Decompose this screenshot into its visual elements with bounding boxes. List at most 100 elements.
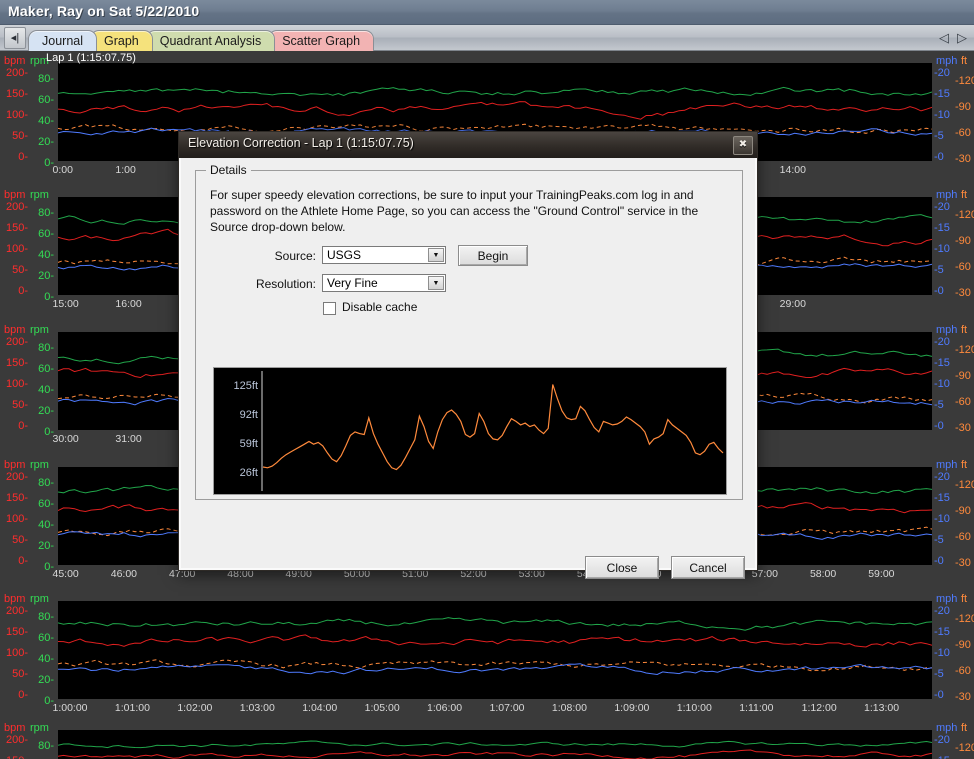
tab-scatter-label: Scatter Graph xyxy=(282,34,361,48)
close-icon[interactable]: ✖ xyxy=(733,136,753,155)
ft-tick: -60 xyxy=(955,127,971,139)
mph-tick: -20 xyxy=(934,471,950,483)
mph-tick: -10 xyxy=(934,243,950,255)
dialog-title: Elevation Correction - Lap 1 (1:15:07.75… xyxy=(188,136,414,150)
axis-unit-ft: ft xyxy=(961,459,968,471)
mph-tick: -20 xyxy=(934,67,950,79)
begin-button[interactable]: Begin xyxy=(458,245,528,266)
bpm-tick: 50- xyxy=(12,668,28,680)
time-tick-label: 31:00 xyxy=(115,433,142,445)
rpm-tick: 0- xyxy=(44,157,54,169)
bpm-tick: 150- xyxy=(5,357,28,369)
source-select[interactable]: USGS ▼ xyxy=(322,246,446,264)
next-tab-icon[interactable]: ▷ xyxy=(952,27,972,47)
mph-tick: -5 xyxy=(934,534,944,546)
ft-tick: -120 xyxy=(955,75,974,87)
application-window: Maker, Ray on Sat 5/22/2010 ◂| Journal G… xyxy=(0,0,974,759)
bpm-tick: 150- xyxy=(2,755,28,759)
bpm-tick: 200- xyxy=(5,336,28,348)
bpm-tick: 200- xyxy=(5,201,28,213)
window-title-bar: Maker, Ray on Sat 5/22/2010 xyxy=(0,0,974,25)
axis-unit-bpm: bpm xyxy=(4,459,26,471)
rpm-tick: 20- xyxy=(38,540,54,552)
resolution-select[interactable]: Very Fine ▼ xyxy=(322,274,446,292)
prev-tab-icon[interactable]: ◁ xyxy=(934,27,954,47)
axis-unit-rpm: rpm xyxy=(30,459,49,471)
time-tick-label: 58:00 xyxy=(809,568,837,580)
dialog-body: Details For super speedy elevation corre… xyxy=(179,158,757,579)
mph-tick: -0 xyxy=(934,151,944,163)
bpm-tick: 100- xyxy=(5,243,28,255)
ft-tick: -90 xyxy=(955,370,971,382)
mph-tick: -20 xyxy=(934,605,950,617)
rpm-tick: 0- xyxy=(44,291,54,303)
details-group-label: Details xyxy=(206,163,251,177)
rpm-tick: 80- xyxy=(38,740,54,752)
close-button[interactable]: Close xyxy=(585,556,659,579)
tab-quadrant-analysis[interactable]: Quadrant Analysis xyxy=(145,30,276,51)
mph-tick: -10 xyxy=(934,109,950,121)
graph-row[interactable]: bpmrpmmphft200-150-100-50-0-80-60-40-20-… xyxy=(0,718,974,759)
axis-unit-bpm: bpm xyxy=(4,189,26,201)
mph-tick: -20 xyxy=(934,734,950,746)
bpm-tick: 100- xyxy=(5,109,28,121)
ft-tick: -30 xyxy=(955,422,971,434)
telemetry-plot[interactable] xyxy=(58,730,932,759)
elevation-y-tick: 92ft xyxy=(239,409,258,422)
time-tick-label: 1:09:00 xyxy=(614,702,650,714)
window-title: Maker, Ray on Sat 5/22/2010 xyxy=(8,3,200,19)
cancel-button[interactable]: Cancel xyxy=(671,556,745,579)
ft-tick: -120 xyxy=(955,479,974,491)
ft-tick: -120 xyxy=(955,613,974,625)
telemetry-plot[interactable] xyxy=(58,601,932,699)
bpm-tick: 0- xyxy=(18,420,28,432)
time-tick-label: 1:00:00 xyxy=(52,702,88,714)
ft-tick: -90 xyxy=(955,235,971,247)
mph-tick: -15 xyxy=(934,357,950,369)
dialog-title-bar[interactable]: Elevation Correction - Lap 1 (1:15:07.75… xyxy=(179,132,757,159)
time-tick-label: 1:00 xyxy=(115,164,136,176)
axis-unit-mph: mph xyxy=(936,722,958,734)
graph-row[interactable]: bpmrpmmphft200-150-100-50-0-80-60-40-20-… xyxy=(0,589,974,723)
rpm-tick: 80- xyxy=(38,207,54,219)
tab-scatter-graph[interactable]: Scatter Graph xyxy=(268,30,375,51)
time-tick-label: 1:08:00 xyxy=(551,702,587,714)
time-tick-label: 1:11:00 xyxy=(739,702,774,714)
rpm-tick: 80- xyxy=(38,342,54,354)
axis-unit-mph: mph xyxy=(936,593,958,605)
time-tick-label: 1:07:00 xyxy=(489,702,525,714)
mph-tick: -5 xyxy=(934,264,944,276)
axis-unit-bpm: bpm xyxy=(4,722,26,734)
time-tick-label: 30:00 xyxy=(52,433,79,445)
axis-unit-ft: ft xyxy=(961,55,968,67)
first-page-icon[interactable]: ◂| xyxy=(4,27,26,49)
time-tick-label: 1:10:00 xyxy=(676,702,712,714)
bpm-tick: 50- xyxy=(12,130,28,142)
ft-tick: -60 xyxy=(955,531,971,543)
bpm-tick: 150- xyxy=(5,626,28,638)
rpm-tick: 20- xyxy=(38,136,54,148)
cancel-button-label: Cancel xyxy=(689,561,727,575)
disable-cache-checkbox[interactable] xyxy=(323,302,336,315)
ft-tick: -90 xyxy=(955,101,971,113)
time-tick-label: 16:00 xyxy=(115,298,142,310)
time-tick-label: 0:00 xyxy=(52,164,73,176)
ft-tick: -120 xyxy=(955,742,974,754)
bpm-tick: 0- xyxy=(18,689,28,701)
chevron-down-icon[interactable]: ▼ xyxy=(428,276,444,290)
axis-unit-rpm: rpm xyxy=(30,722,49,734)
mph-tick: -5 xyxy=(934,668,944,680)
source-value: USGS xyxy=(327,248,362,262)
close-button-label: Close xyxy=(606,561,638,575)
time-tick-label: 1:05:00 xyxy=(364,702,400,714)
mph-tick: -0 xyxy=(934,689,944,701)
time-tick-label: 1:06:00 xyxy=(427,702,463,714)
axis-unit-ft: ft xyxy=(961,324,968,336)
mph-tick: -15 xyxy=(934,626,950,638)
bpm-tick: 200- xyxy=(5,605,28,617)
rpm-tick: 40- xyxy=(38,519,54,531)
chevron-down-icon[interactable]: ▼ xyxy=(428,248,444,262)
rpm-tick: 0- xyxy=(44,426,54,438)
tab-journal[interactable]: Journal xyxy=(28,30,97,51)
tab-graph[interactable]: Graph xyxy=(90,30,153,51)
